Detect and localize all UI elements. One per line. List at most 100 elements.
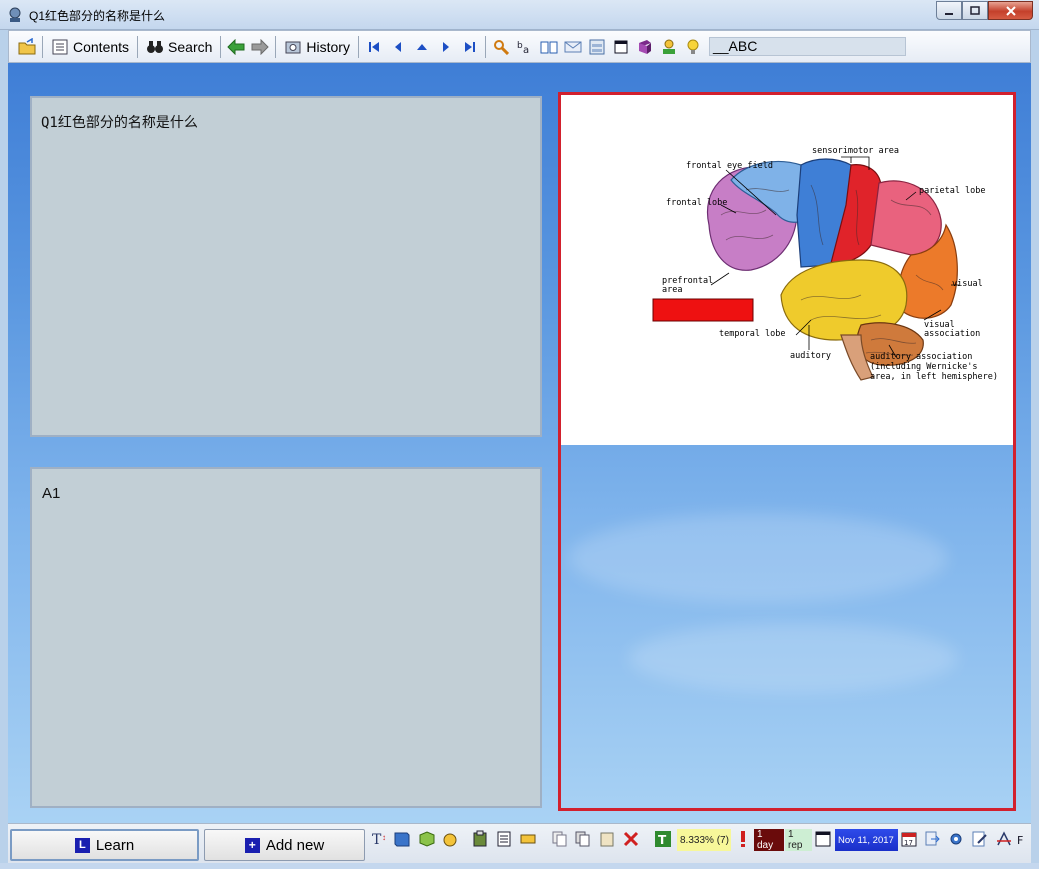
- more-icon[interactable]: F: [1016, 830, 1028, 848]
- export-icon[interactable]: [923, 830, 941, 848]
- restore-button[interactable]: [609, 35, 633, 59]
- first-button[interactable]: [362, 35, 386, 59]
- clipboard-icon[interactable]: [598, 830, 616, 848]
- last-button[interactable]: [458, 35, 482, 59]
- hint-button[interactable]: [681, 35, 705, 59]
- up-button[interactable]: [410, 35, 434, 59]
- open-folder-icon: [18, 37, 36, 56]
- exclamation-icon[interactable]: [734, 830, 752, 848]
- learn-button[interactable]: L Learn: [10, 829, 199, 861]
- add-key-icon: +: [244, 837, 260, 853]
- question-panel[interactable]: Q1红色部分的名称是什么: [30, 96, 542, 437]
- repetitions-stat: 1 rep: [785, 829, 812, 851]
- book-button[interactable]: [537, 35, 561, 59]
- svg-text:a: a: [523, 45, 529, 55]
- text-tool-icon[interactable]: [995, 830, 1013, 848]
- title-bar: Q1红色部分的名称是什么: [0, 0, 1039, 30]
- answer-text: A1: [42, 485, 61, 502]
- app-icon[interactable]: [6, 6, 24, 24]
- learn-label: Learn: [95, 836, 135, 854]
- label-visual-association-2: association: [924, 329, 980, 339]
- topic-icon[interactable]: T: [654, 830, 672, 848]
- first-icon: [365, 38, 383, 56]
- cube-icon[interactable]: [418, 830, 436, 848]
- add-new-button[interactable]: + Add new: [204, 829, 365, 861]
- edit-icon[interactable]: [971, 830, 989, 848]
- contents-button[interactable]: Contents: [46, 35, 134, 59]
- search-label: Search: [168, 38, 213, 55]
- window-controls: [936, 1, 1033, 21]
- contents-icon: [51, 38, 69, 56]
- ruler-icon[interactable]: [519, 830, 537, 848]
- maximize-button[interactable]: [962, 1, 988, 20]
- calendar-day: 17: [904, 839, 913, 847]
- window-icon[interactable]: [814, 830, 832, 848]
- toolbar-separator: [357, 35, 359, 58]
- paste-icon[interactable]: [471, 830, 489, 848]
- font-button[interactable]: ba: [513, 35, 537, 59]
- minimize-button[interactable]: [936, 1, 962, 20]
- history-button[interactable]: History: [279, 35, 355, 59]
- label-temporal-lobe: temporal lobe: [719, 329, 786, 339]
- find-button[interactable]: [489, 35, 513, 59]
- question-text: Q1红色部分的名称是什么: [41, 115, 198, 131]
- toolbar-separator: [220, 35, 222, 58]
- label-auditory-association-1: auditory association: [870, 352, 972, 362]
- label-frontal-lobe: frontal lobe: [666, 198, 727, 208]
- toolbar-separator: [275, 35, 277, 58]
- progress-percent: 8.333%: [680, 834, 714, 846]
- calendar-icon[interactable]: 17: [900, 830, 918, 848]
- label-visual: visual: [952, 279, 983, 289]
- restore-icon: [612, 38, 630, 56]
- mail-button[interactable]: [561, 35, 585, 59]
- forward-button[interactable]: [248, 35, 272, 59]
- user-icon: [660, 38, 678, 56]
- list-icon[interactable]: [495, 830, 513, 848]
- font-icon: ba: [516, 38, 534, 56]
- maximize-icon: [970, 5, 980, 15]
- back-button[interactable]: [224, 35, 248, 59]
- label-auditory: auditory: [790, 351, 831, 361]
- search-button[interactable]: Search: [141, 35, 217, 59]
- svg-text:↕: ↕: [382, 833, 386, 842]
- toolbar-separator: [137, 35, 139, 58]
- answer-panel[interactable]: A1: [30, 467, 542, 808]
- svg-text:T: T: [658, 833, 667, 847]
- toolbar-separator: [42, 35, 43, 58]
- history-label: History: [306, 38, 350, 55]
- up-icon: [413, 38, 431, 56]
- search-text-field[interactable]: __ABC: [708, 37, 906, 56]
- label-frontal-eye-field: frontal eye field: [686, 161, 773, 171]
- date-stat: Nov 11, 2017: [835, 829, 898, 851]
- svg-text:T: T: [372, 832, 382, 848]
- next-button[interactable]: [434, 35, 458, 59]
- gear-icon[interactable]: [947, 830, 965, 848]
- back-arrow-icon: [227, 38, 245, 56]
- binoculars-icon: [146, 38, 164, 56]
- history-icon: [284, 38, 302, 56]
- label-auditory-association-2: (including Wernicke's: [870, 362, 977, 372]
- copy-icon[interactable]: [551, 830, 569, 848]
- svg-text:F: F: [1017, 834, 1023, 847]
- bulb-icon: [684, 38, 702, 56]
- text-format-icon[interactable]: T ↕: [371, 830, 389, 848]
- find-icon: [492, 38, 510, 56]
- book-icon[interactable]: [393, 830, 411, 848]
- delete-icon[interactable]: [622, 830, 640, 848]
- minimize-icon: [945, 12, 953, 15]
- books-icon: [636, 38, 654, 56]
- window-button[interactable]: [585, 35, 609, 59]
- user-button[interactable]: [657, 35, 681, 59]
- timer-icon[interactable]: [441, 830, 459, 848]
- image-panel[interactable]: sensorimotor area frontal eye field pari…: [558, 92, 1016, 811]
- books-button[interactable]: [633, 35, 657, 59]
- forward-arrow-icon: [251, 38, 270, 56]
- label-sensorimotor-area: sensorimotor area: [812, 146, 899, 156]
- close-button[interactable]: [988, 1, 1033, 20]
- open-button[interactable]: [15, 35, 39, 59]
- previous-button[interactable]: [386, 35, 410, 59]
- toolbar: Contents Search History b a __ABC: [8, 30, 1031, 63]
- previous-icon: [389, 38, 407, 56]
- progress-stat: 8.333% (7): [677, 829, 731, 851]
- duplicate-icon[interactable]: [574, 830, 592, 848]
